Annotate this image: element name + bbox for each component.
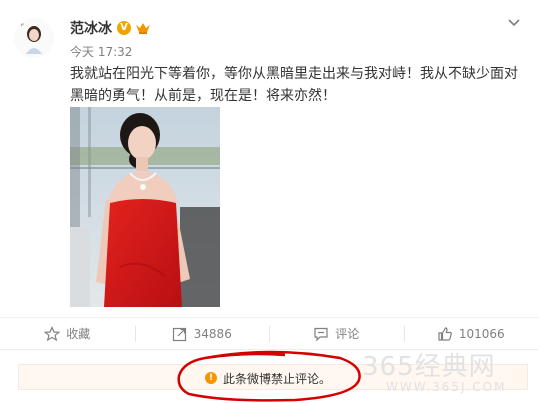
red-circle-annotation [177,350,361,402]
like-count: 101066 [458,326,505,341]
star-icon [43,325,61,342]
favorite-label: 收藏 [66,327,91,341]
watermark-text: 365经典网 [362,352,496,382]
repost-count: 34886 [193,326,232,341]
comment-button[interactable]: 评论 [269,318,404,349]
chevron-down-icon[interactable] [506,14,522,30]
comment-icon [313,326,329,342]
verified-badge-icon: V [117,21,131,35]
share-icon [172,326,188,342]
author-name[interactable]: 范冰冰 [70,18,112,38]
watermark-url: WWW.365J.COM [386,380,507,394]
favorite-button[interactable]: 收藏 [0,318,135,349]
post-text: 我就站在阳光下等着你，等你从黑暗里走出来与我对峙！我从不缺少面对黑暗的勇气！从前… [70,66,518,104]
avatar[interactable] [14,18,54,58]
post-photo[interactable] [70,107,220,307]
member-badge-icon[interactable] [135,20,151,36]
comment-label: 评论 [335,327,360,341]
repost-button[interactable]: 34886 [134,318,270,349]
action-bar: 收藏 34886 评论 101066 [0,317,538,349]
post-time[interactable]: 今天 17:32 [70,43,132,60]
like-button[interactable]: 101066 [403,318,538,349]
like-icon [437,326,453,342]
weibo-post-card: 范冰冰 V 今天 17:32 我就站在阳光下等着你，等你从黑暗里走出来与我对峙！… [0,0,538,403]
